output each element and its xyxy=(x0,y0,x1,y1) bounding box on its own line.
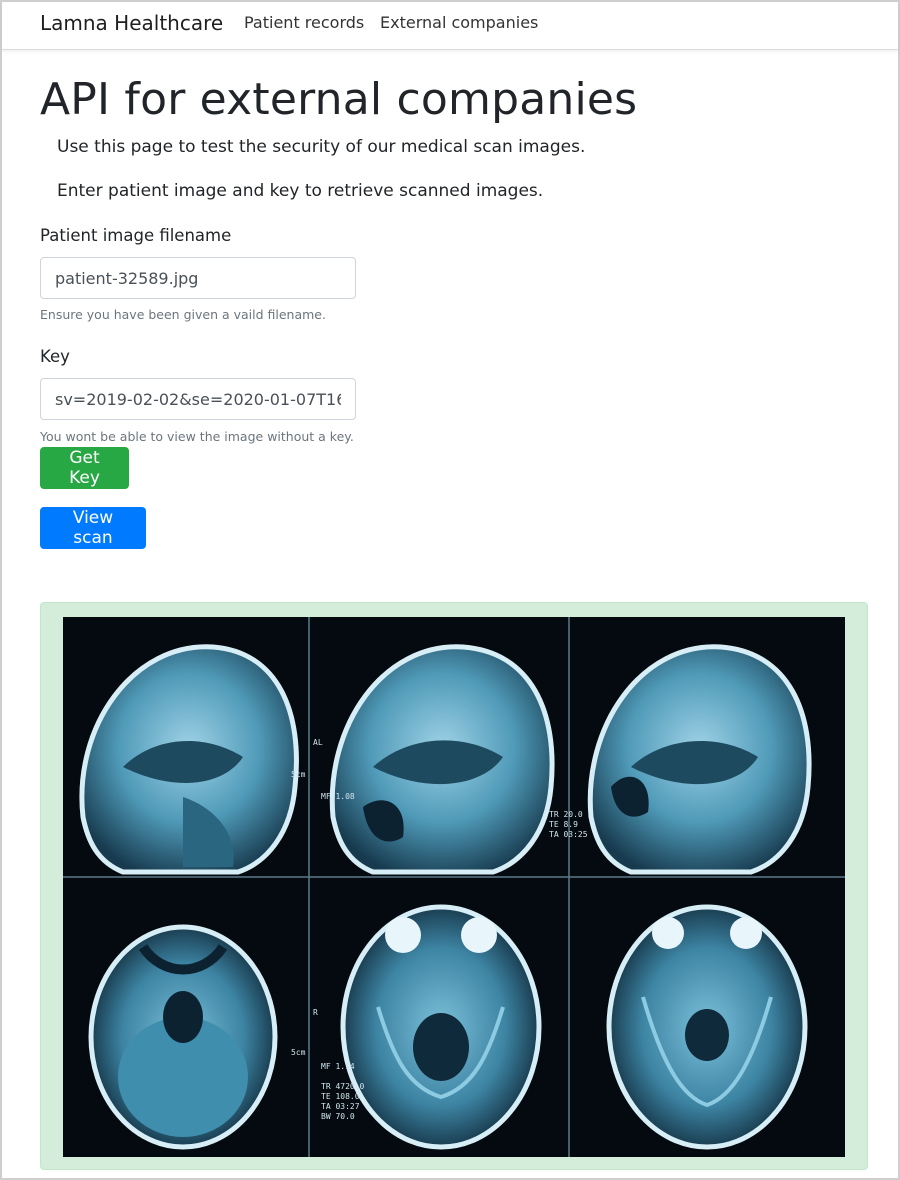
scan-overlay-te-bottom: TE 108.0 xyxy=(321,1092,360,1101)
nav-link-patient-records[interactable]: Patient records xyxy=(244,13,364,32)
scan-overlay-al: AL xyxy=(313,738,323,747)
intro-text-instructions: Enter patient image and key to retrieve … xyxy=(57,181,544,201)
scan-overlay-ta-top: TA 03:25 xyxy=(549,830,588,839)
page-title: API for external companies xyxy=(40,74,638,125)
scan-overlay-te-top: TE 8.9 xyxy=(549,820,578,829)
axial-slice-2 xyxy=(340,904,542,1150)
mri-scan-graphic: MF 1.08 TR 20.0 TE 8.9 TA 03:25 AL 5cm M… xyxy=(63,617,845,1157)
scan-overlay-mf-top: MF 1.08 xyxy=(321,792,355,801)
scan-overlay-5cm-top: 5cm xyxy=(291,770,306,779)
navbar: Lamna Healthcare Patient records Externa… xyxy=(2,2,898,50)
axial-slice-1 xyxy=(88,924,278,1150)
axial-slice-3 xyxy=(606,904,808,1150)
key-help-text: You wont be able to view the image witho… xyxy=(40,429,354,444)
scan-overlay-mf-bottom: MF 1.14 xyxy=(321,1062,355,1071)
scan-overlay-tr-bottom: TR 4720.0 xyxy=(321,1082,365,1091)
scan-result-panel: MF 1.08 TR 20.0 TE 8.9 TA 03:25 AL 5cm M… xyxy=(40,602,868,1170)
scan-overlay-r: R xyxy=(313,1008,318,1017)
mri-scan-image: MF 1.08 TR 20.0 TE 8.9 TA 03:25 AL 5cm M… xyxy=(63,617,845,1157)
scan-overlay-ta-bottom: TA 03:27 xyxy=(321,1102,360,1111)
scan-overlay-bw-bottom: BW 70.0 xyxy=(321,1112,355,1121)
filename-label: Patient image filename xyxy=(40,226,232,245)
scan-overlay-tr-top: TR 20.0 xyxy=(549,810,583,819)
key-label: Key xyxy=(40,347,70,366)
filename-input[interactable] xyxy=(40,257,356,299)
intro-text-security: Use this page to test the security of ou… xyxy=(57,137,586,157)
scan-overlay-5cm-bottom: 5cm xyxy=(291,1048,306,1057)
brand-logo-text[interactable]: Lamna Healthcare xyxy=(40,11,223,35)
get-key-button[interactable]: Get Key xyxy=(40,447,129,489)
key-input[interactable] xyxy=(40,378,356,420)
view-scan-button[interactable]: View scan xyxy=(40,507,146,549)
filename-help-text: Ensure you have been given a vaild filen… xyxy=(40,307,326,322)
nav-link-external-companies[interactable]: External companies xyxy=(380,13,538,32)
